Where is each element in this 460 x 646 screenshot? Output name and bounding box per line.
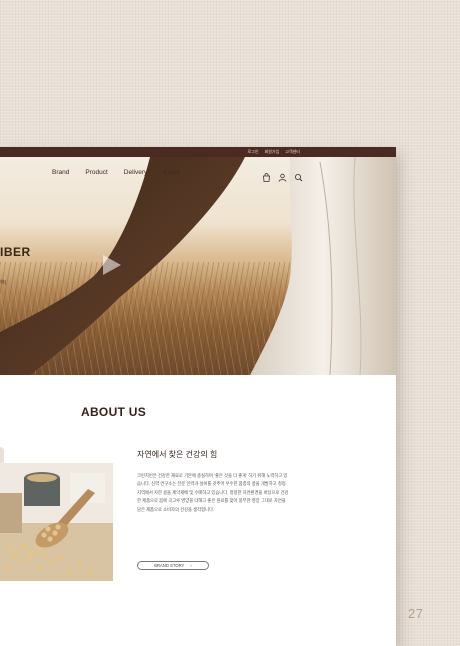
about-text: 자연에서 찾은 건강의 힘 크런치빈은 건강한 재료로 기본에 충실하며 '좋은… [137, 449, 297, 514]
hero-subtitle: 하) [0, 280, 7, 286]
about-title: ABOUT US [81, 405, 147, 419]
nav-delivery[interactable]: Delivery [124, 169, 147, 176]
customer-center-link[interactable]: 고객센터 [285, 147, 300, 157]
utility-bar: 로그인 회원가입 고객센터 [0, 147, 396, 157]
search-icon[interactable] [294, 169, 303, 182]
login-link[interactable]: 로그인 [247, 147, 258, 157]
about-body: 크런치빈은 건강한 재료로 기본에 충실하며 '좋은 것을 더 좋게' 하기 위… [137, 473, 289, 512]
nav-brand[interactable]: Brand [52, 169, 69, 176]
chevron-right-icon: › [190, 563, 192, 568]
hero-title: IBER [0, 245, 31, 259]
signup-link[interactable]: 회원가입 [265, 147, 280, 157]
user-icon[interactable] [278, 169, 287, 182]
bag-icon[interactable] [262, 169, 271, 182]
brand-story-button[interactable]: BRAND STORY › [137, 561, 209, 570]
main-nav: Brand Product Delivery Event [0, 157, 396, 193]
nav-event[interactable]: Event [163, 169, 180, 176]
brand-story-label: BRAND STORY [154, 563, 185, 568]
website-mockup: 로그인 회원가입 고객센터 Brand Product Delivery Eve… [0, 147, 396, 646]
play-icon[interactable] [103, 255, 121, 275]
page-number: 27 [408, 606, 424, 621]
hero-banner: Brand Product Delivery Event IBER 하) [0, 157, 396, 375]
soybean-photo [0, 463, 113, 581]
about-heading: 자연에서 찾은 건강의 힘 [137, 450, 218, 459]
nav-product[interactable]: Product [85, 169, 107, 176]
